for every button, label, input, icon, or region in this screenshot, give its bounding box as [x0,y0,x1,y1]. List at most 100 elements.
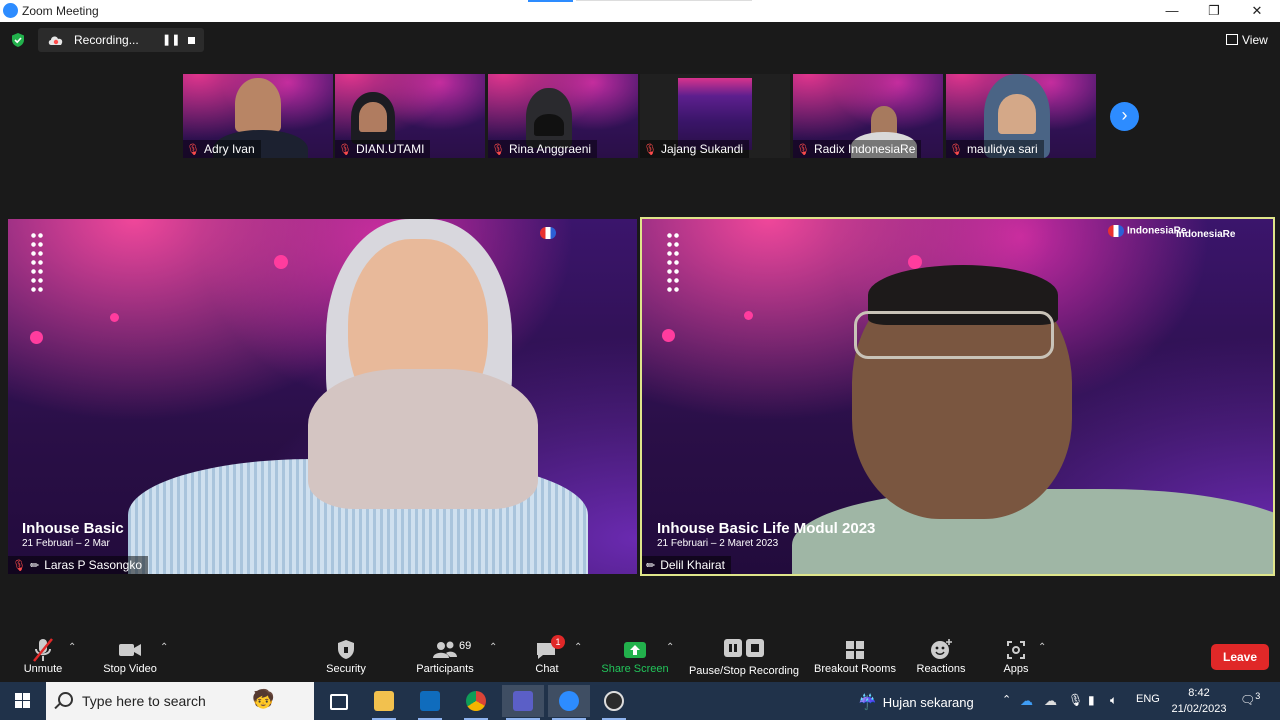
next-page-button[interactable]: › [1110,102,1139,131]
event-date-overlay: 21 Februari – 2 Mar [22,538,110,549]
mic-muted-icon: 🎙︎ [949,144,963,156]
speaker-volume-icon[interactable]: 🔈︎ [1110,693,1117,708]
outlook-icon[interactable] [414,685,446,720]
participant-nametag: 🎙︎ Rina Anggraeni [488,140,598,158]
pause-stop-recording-button[interactable]: Pause/Stop Recording [686,628,802,682]
file-explorer-icon[interactable] [368,685,400,720]
participant-tile[interactable]: 🎙︎ Adry Ivan [183,74,333,158]
windows-taskbar: Type here to search 🧒 ☔ Hujan sekarang ⌃ … [0,682,1280,720]
participant-name: Jajang Sukandi [660,142,744,156]
video-tile-active-speaker[interactable]: IndonesiaRe IndonesiaRe Inhouse Basic Li… [640,217,1275,576]
search-highlight-icon: 🧒 [252,689,275,709]
search-icon [58,692,73,707]
recording-label: Recording... [74,33,139,47]
onedrive-personal-icon[interactable]: ☁ [1044,693,1057,709]
clock-date: 21/02/2023 [1171,703,1227,715]
title-progress-track [576,0,752,1]
windows-start-icon[interactable] [0,682,46,720]
tray-chevron-up-icon[interactable]: ⌃ [1002,693,1011,706]
window-title: Zoom Meeting [22,4,99,18]
apps-button[interactable]: Apps [996,628,1036,682]
battery-icon[interactable]: ▮ [1088,693,1095,707]
event-title-overlay: Inhouse Basic [22,520,124,537]
video-camera-icon [119,644,141,656]
share-screen-button[interactable]: Share Screen [598,628,672,682]
participant-name: DIAN.UTAMI [355,142,425,156]
security-button[interactable]: Security [318,628,374,682]
onedrive-icon[interactable]: ☁ [1020,693,1033,709]
participant-tile[interactable]: 🎙︎ Radix IndonesiaRe [793,74,943,158]
mic-muted-icon: 🎙︎ [643,144,657,156]
chat-chevron-up-icon[interactable]: ⌃ [574,642,582,653]
decor-dots [666,231,680,295]
participants-chevron-up-icon[interactable]: ⌃ [489,642,497,653]
chat-button[interactable]: 1 Chat [526,628,568,682]
participant-face [235,78,281,132]
meeting-toolbar: Unmute ⌃ Stop Video ⌃ Security 69 Partic… [0,628,1280,682]
pause-recording-icon[interactable]: ❚❚ [162,33,180,46]
event-title-overlay: Inhouse Basic Life Modul 2023 [657,520,876,537]
participants-button[interactable]: 69 Participants [412,628,478,682]
encryption-shield-icon[interactable] [10,32,26,48]
share-chevron-up-icon[interactable]: ⌃ [666,642,674,653]
apps-chevron-up-icon[interactable]: ⌃ [1038,642,1046,653]
unmute-label: Unmute [23,663,63,675]
microphone-icon[interactable]: 🎙︎ [1068,693,1083,707]
pause-stop-icon [724,639,764,657]
search-placeholder: Type here to search [82,693,206,709]
pause-stop-recording-label: Pause/Stop Recording [688,665,800,677]
recording-indicator: Recording... ❚❚ [38,28,204,52]
video-options-chevron-up-icon[interactable]: ⌃ [160,642,168,653]
leave-button[interactable]: Leave [1211,644,1269,670]
share-screen-icon [624,642,646,658]
shield-icon [338,640,354,659]
participant-nametag: 🎙︎ Jajang Sukandi [640,140,750,158]
participant-tile[interactable]: 🎙︎ DIAN.UTAMI [335,74,485,158]
stop-video-button[interactable]: Stop Video [96,628,164,682]
breakout-rooms-button[interactable]: Breakout Rooms [812,628,898,682]
video-tile-left[interactable]: Inhouse Basic 21 Februari – 2 Mar 🎙︎ ✏︎ La… [8,219,637,574]
participant-tile[interactable]: 🎙︎ maulidya sari [946,74,1096,158]
participant-nametag: ✏︎ Delil Khairat [642,556,731,574]
restore-icon[interactable]: ❐ [1205,2,1223,20]
participant-tile[interactable]: 🎙︎ Jajang Sukandi [640,74,790,158]
reactions-button[interactable]: Reactions [912,628,970,682]
task-view-icon[interactable] [322,685,354,717]
audio-options-chevron-up-icon[interactable]: ⌃ [68,642,76,653]
participant-nametag: 🎙︎ maulidya sari [946,140,1044,158]
participant-face [998,94,1036,134]
teams-icon[interactable] [502,685,544,720]
obs-icon[interactable] [598,685,630,720]
decor-orb [662,329,675,342]
input-language[interactable]: ENG [1136,693,1160,705]
taskbar-search-input[interactable]: Type here to search 🧒 [46,682,314,720]
zoom-app-icon [3,3,18,18]
indonesiare-logo: IndonesiaRe [1108,225,1186,237]
participant-name: Radix IndonesiaRe [813,142,916,156]
decor-orb [908,255,922,269]
participants-count: 69 [459,640,472,652]
participant-tile[interactable]: 🎙︎ Rina Anggraeni [488,74,638,158]
smiley-icon [931,639,952,659]
zoom-taskbar-icon[interactable] [548,685,590,720]
security-label: Security [326,663,366,675]
view-button[interactable]: View [1226,33,1268,47]
breakout-rooms-label: Breakout Rooms [814,663,896,675]
weather-text: Hujan sekarang [882,695,974,710]
view-label: View [1242,33,1268,47]
notification-count: 3 [1255,691,1261,701]
weather-widget[interactable]: ☔ Hujan sekarang [858,693,974,711]
unmute-button[interactable]: Unmute [14,628,72,682]
view-grid-icon [1226,34,1238,45]
pin-icon: ✏︎ [29,560,40,572]
participant-nametag: 🎙︎ Adry Ivan [183,140,261,158]
participant-nametag: 🎙︎ DIAN.UTAMI [335,140,431,158]
window-title-bar: Zoom Meeting — ❐ ✕ [0,0,1280,22]
notification-center-icon[interactable]: 🗨︎3 [1240,691,1260,707]
cloud-recording-icon [48,36,63,45]
taskbar-clock[interactable]: 8:42 21/02/2023 [1170,685,1228,717]
close-icon[interactable]: ✕ [1248,2,1266,20]
stop-recording-icon[interactable] [188,37,195,44]
minimize-icon[interactable]: — [1163,2,1181,20]
chrome-icon[interactable] [460,685,492,720]
